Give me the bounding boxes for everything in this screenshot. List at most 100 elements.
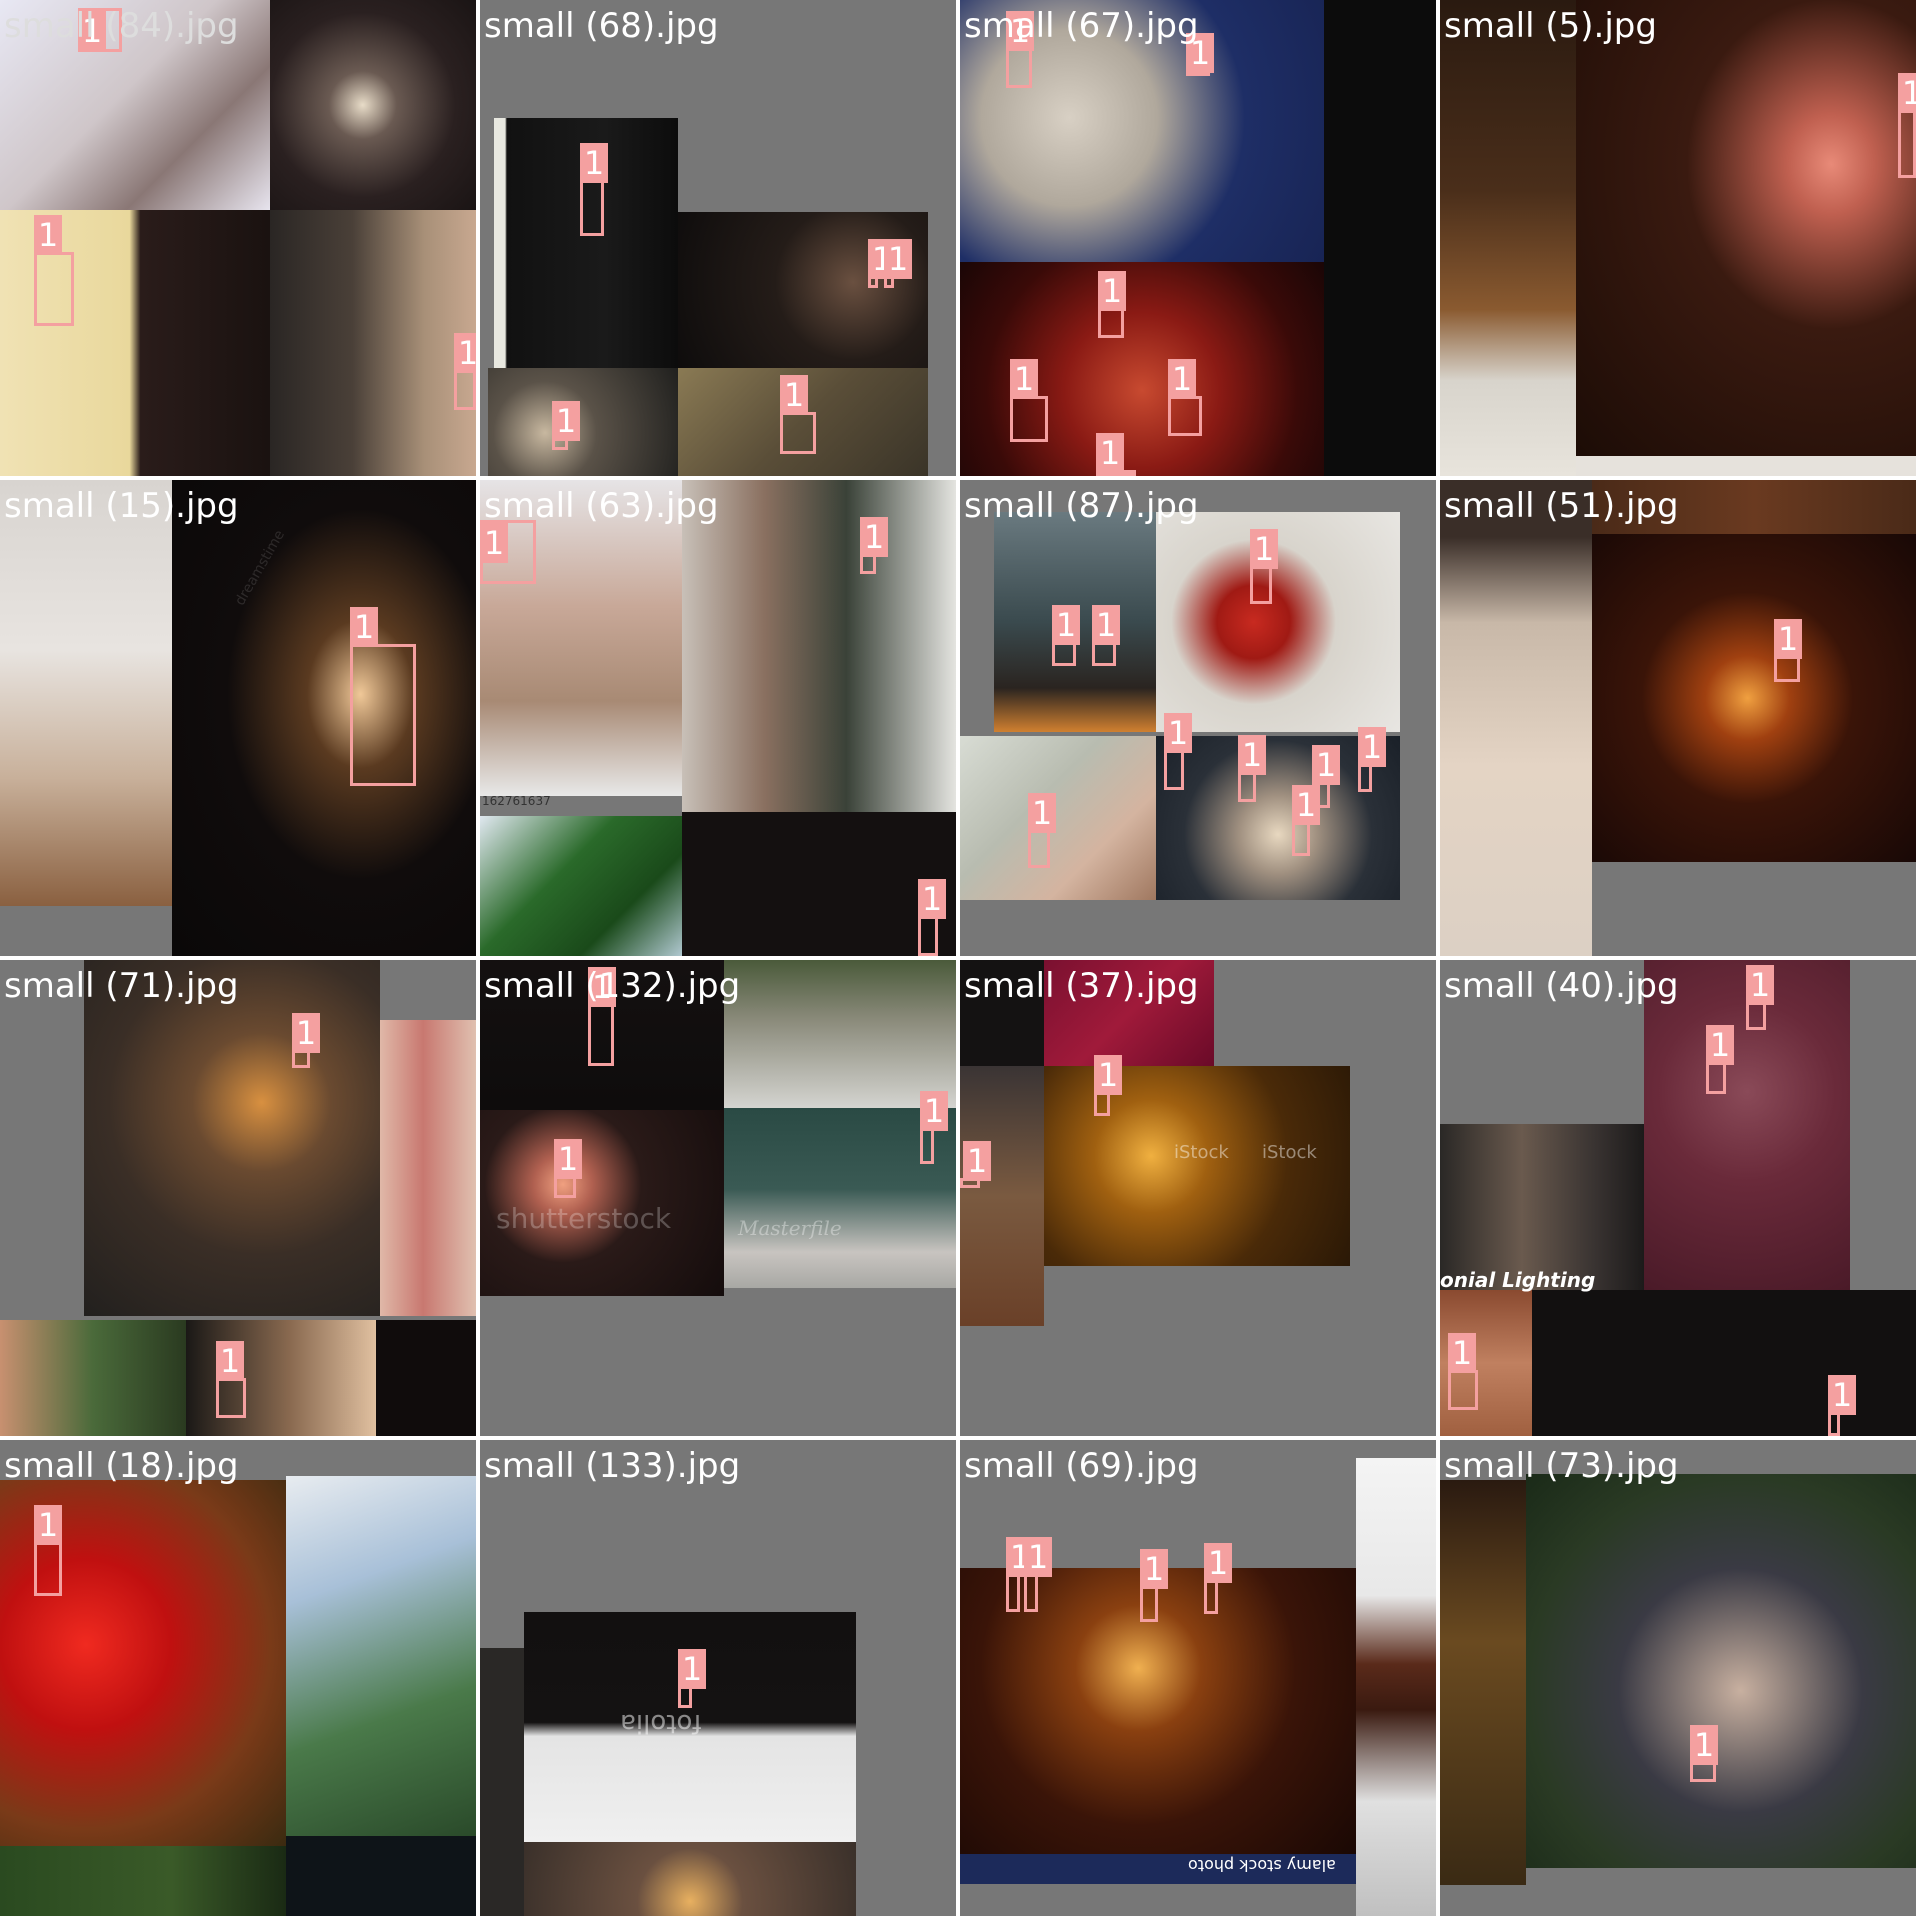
detection-box: 1 (552, 401, 580, 450)
photo-dark-strip (1324, 0, 1436, 476)
watermark-alamy: alamy stock photo (1188, 1856, 1336, 1875)
photo-tablecloth (724, 960, 956, 1108)
tile-84: small (84).jpg 1 1 1 (0, 0, 476, 476)
detection-box: 1 (1096, 433, 1136, 476)
detection-box: 1 (580, 143, 608, 236)
photo-candle-wood (960, 1066, 1044, 1326)
photo-hand-blur (1440, 480, 1592, 956)
photo-cigarette-lighter (960, 736, 1156, 900)
tile-87: small (87).jpg 1 1 1 1 1 1 1 1 1 (960, 480, 1436, 956)
detection-box: 1 (1706, 1025, 1734, 1094)
detection-box: 1 (1358, 727, 1386, 792)
detection-box: 1 (292, 1013, 320, 1068)
detection-box: 1 (350, 607, 416, 786)
photo-candle-pour (270, 0, 476, 210)
photo-pine-berry (286, 1476, 476, 1836)
detection-box: 1 (480, 520, 536, 584)
detection-box: 1 (1746, 965, 1774, 1030)
mosaic-grid: small (84).jpg 1 1 1 small (68).jpg 1 1 … (0, 0, 1920, 1920)
photo-girls-smoking (1526, 1474, 1916, 1868)
tile-51: small (51).jpg 1 (1440, 480, 1916, 956)
detection-box: 1 (860, 517, 888, 574)
tile-63: small (63).jpg 1 1 1 (480, 480, 956, 956)
detection-box: 1 (1098, 271, 1126, 338)
tile-40: small (40).jpg 1 1 1 1 (1440, 960, 1916, 1436)
tile-caption: small (40).jpg (1444, 966, 1679, 1006)
detection-box: 1 (1028, 793, 1056, 868)
detection-box: 1 (1006, 11, 1034, 88)
photo-smoking-outdoors (0, 1320, 186, 1436)
detection-box: 1 (1204, 1543, 1232, 1614)
photo-dark-bottom (682, 812, 956, 956)
detection-box: 1 (1006, 1537, 1034, 1612)
detection-box: 1 (1828, 1375, 1856, 1436)
photo-green-bottle (480, 816, 682, 956)
detection-box: 1 (1238, 735, 1266, 802)
detection-box: 1 (920, 1091, 948, 1164)
detection-box: 1 (1024, 1537, 1052, 1612)
tile-caption: small (67).jpg (964, 6, 1199, 46)
tile-caption: small (68).jpg (484, 6, 719, 46)
detection-box: 1 (1898, 73, 1916, 178)
detection-box: 1 (1250, 529, 1278, 604)
photo-dark-left (480, 1648, 524, 1916)
watermark-istock-2: iStock (1262, 1142, 1317, 1163)
detection-box: 1 (1052, 605, 1080, 666)
tile-15: small (15).jpg 1 (0, 480, 476, 956)
tile-caption: small (63).jpg (484, 486, 719, 526)
detection-box: 1 (780, 375, 816, 454)
photo-candle-closeup (1576, 0, 1916, 456)
photo-man-portrait (1440, 1124, 1644, 1290)
tile-73: small (73).jpg 1 (1440, 1440, 1916, 1916)
detection-box: 1 (1448, 1333, 1478, 1410)
photo-tealight-glass (488, 368, 678, 476)
tile-caption: small (84).jpg (4, 6, 239, 46)
detection-box: 1 (1164, 713, 1192, 790)
photo-lips-cigarette (380, 1020, 476, 1316)
photo-man-smoking (682, 480, 956, 812)
photo-bottom-dark (286, 1836, 476, 1916)
tile-caption: small (133).jpg (484, 1446, 741, 1486)
watermark-fotolia: fotolia (620, 1708, 702, 1738)
detection-box: 1 (884, 239, 912, 288)
photo-woman-smoking (270, 210, 476, 476)
photo-couple-candles (678, 212, 928, 368)
stock-id: 162761637 (482, 794, 551, 808)
tile-caption: small (15).jpg (4, 486, 239, 526)
overlay-text-lighting: onial Lighting (1440, 1268, 1596, 1292)
detection-box: 1 (554, 1139, 582, 1198)
photo-cookie (1440, 0, 1576, 476)
tile-caption: small (87).jpg (964, 486, 1199, 526)
tile-18: small (18).jpg 1 (0, 1440, 476, 1916)
photo-ornate-left (1440, 1480, 1526, 1885)
detection-box: 1 (1092, 605, 1120, 666)
tile-caption: small (5).jpg (1444, 6, 1657, 46)
detection-box: 1 (1690, 1725, 1718, 1782)
detection-box: 1 (588, 967, 616, 1066)
photo-bottom-green (0, 1846, 286, 1916)
photo-restaurant-table (84, 960, 380, 1316)
tile-caption: small (37).jpg (964, 966, 1199, 1006)
detection-box: 1 (1140, 1549, 1168, 1622)
detection-box: 1 (216, 1341, 246, 1418)
tile-caption: small (69).jpg (964, 1446, 1199, 1486)
watermark-istock: iStock (1174, 1142, 1229, 1163)
photo-red-candle-pine (1156, 512, 1400, 732)
tile-caption: small (73).jpg (1444, 1446, 1679, 1486)
watermark-shutterstock: shutterstock (496, 1202, 672, 1235)
photo-tall-candle (172, 480, 476, 956)
photo-hand-match (0, 480, 172, 906)
tile-caption: small (71).jpg (4, 966, 239, 1006)
detection-box: 1 (1010, 359, 1048, 442)
photo-candle-book (1044, 1066, 1350, 1266)
tile-132: small (132).jpg 1 1 1 (480, 960, 956, 1436)
watermark-masterfile: Masterfile (738, 1216, 842, 1240)
photo-joint-light (186, 1320, 376, 1436)
photo-cake-right (1356, 1458, 1436, 1916)
photo-strip-bottom (1576, 456, 1916, 476)
photo-dark-corner (376, 1320, 476, 1436)
photo-bottom-dark (1532, 1290, 1916, 1436)
tile-caption: small (132).jpg (484, 966, 741, 1006)
detection-box: 1 (34, 1505, 62, 1596)
detection-box: 1 (1292, 785, 1320, 856)
